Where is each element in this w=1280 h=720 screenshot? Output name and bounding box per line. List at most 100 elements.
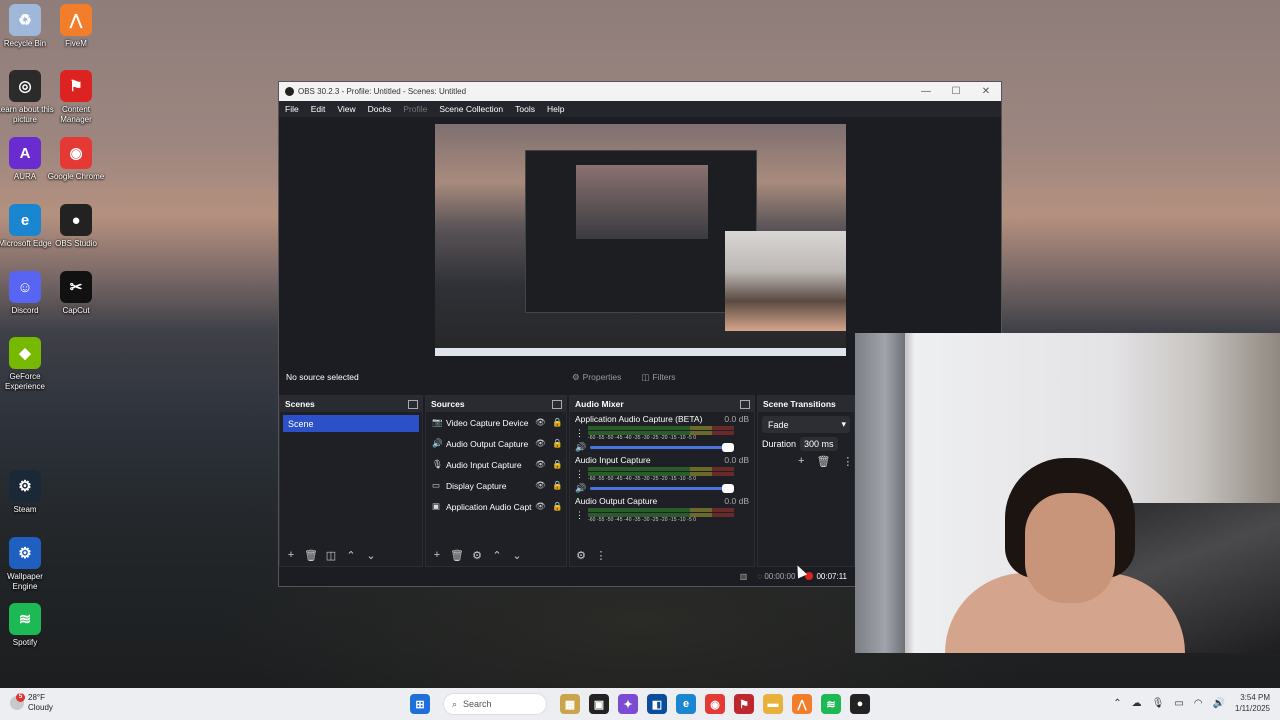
network-icon[interactable]: ▭ xyxy=(1174,698,1183,709)
obs-titlebar[interactable]: OBS 30.2.3 - Profile: Untitled - Scenes:… xyxy=(279,82,1001,101)
volume-slider[interactable] xyxy=(590,443,734,452)
trash-icon[interactable]: 🗑 xyxy=(450,549,464,562)
obs-icon[interactable]: ● xyxy=(850,694,870,714)
eye-icon[interactable]: 👁 xyxy=(532,480,549,491)
volume-slider[interactable] xyxy=(590,484,734,493)
mixer-header: Audio Mixer xyxy=(570,396,754,412)
filters-button[interactable]: ◫ Filters xyxy=(635,369,681,386)
search-input[interactable]: ⌕ Search xyxy=(443,693,547,715)
source-item[interactable]: 📷 Video Capture Device 👁 🔒 xyxy=(426,412,566,433)
trash-icon[interactable]: 🗑 xyxy=(304,549,318,562)
eye-icon[interactable]: 👁 xyxy=(532,459,549,470)
lock-icon[interactable]: 🔒 xyxy=(549,480,566,491)
volume-knob[interactable] xyxy=(722,443,734,452)
store-icon[interactable]: ◧ xyxy=(647,694,667,714)
menu-profile[interactable]: Profile xyxy=(403,104,427,114)
microphone-icon[interactable]: 🎙 xyxy=(1152,698,1165,709)
close-icon[interactable]: ✕ xyxy=(971,86,1001,97)
kebab-menu-icon[interactable]: ⋮ xyxy=(575,428,585,439)
date: 1/11/2025 xyxy=(1235,704,1270,713)
menu-tools[interactable]: Tools xyxy=(515,104,535,114)
source-item[interactable]: ▭ Display Capture 👁 🔒 xyxy=(426,475,566,496)
chevron-down-icon: ▾ xyxy=(841,419,846,429)
chrome-icon[interactable]: ◉ xyxy=(705,694,725,714)
desktop-icon[interactable]: ◆ GeForce Experience xyxy=(0,337,55,392)
scene-item[interactable]: Scene xyxy=(283,415,419,432)
move-up-icon[interactable]: ⌃ xyxy=(344,549,358,562)
menu-docks[interactable]: Docks xyxy=(368,104,392,114)
fivem-icon[interactable]: ⋀ xyxy=(792,694,812,714)
mixer-settings-icon[interactable]: ⚙ xyxy=(574,549,588,562)
gear-icon[interactable]: ⚙ xyxy=(470,549,484,562)
add-icon[interactable]: + xyxy=(430,549,444,562)
copilot-icon[interactable]: ✦ xyxy=(618,694,638,714)
kebab-menu-icon[interactable]: ⋮ xyxy=(575,469,585,480)
lock-icon[interactable]: 🔒 xyxy=(549,417,566,428)
desktop-icon[interactable]: ⚙ Steam xyxy=(0,470,55,515)
desktop-icon[interactable]: ⚙ Wallpaper Engine xyxy=(0,537,55,592)
start-button[interactable]: ⊞ xyxy=(410,694,430,714)
task-view-icon[interactable]: ▣ xyxy=(589,694,609,714)
spotify-icon[interactable]: ≋ xyxy=(821,694,841,714)
menu-file[interactable]: File xyxy=(285,104,299,114)
lock-icon[interactable]: 🔒 xyxy=(549,459,566,470)
desktop-icon[interactable]: ✂ CapCut xyxy=(46,271,106,316)
properties-button[interactable]: ⚙ Properties xyxy=(566,369,627,386)
lock-icon[interactable]: 🔒 xyxy=(549,438,566,449)
desktop-icon-label: CapCut xyxy=(62,306,90,315)
minimize-icon[interactable]: — xyxy=(911,86,941,97)
move-down-icon[interactable]: ⌄ xyxy=(364,549,378,562)
trash-icon[interactable]: 🗑 xyxy=(816,455,830,468)
volume-meter: -60 -55 -50 -45 -40 -35 -30 -25 -20 -15 … xyxy=(588,467,734,482)
clock[interactable]: 3:54 PM 1/11/2025 xyxy=(1235,692,1270,714)
menu-edit[interactable]: Edit xyxy=(311,104,326,114)
desktop-icon[interactable]: ◉ Google Chrome xyxy=(46,137,106,182)
maximize-icon[interactable]: ☐ xyxy=(941,86,971,97)
kebab-menu-icon[interactable]: ⋮ xyxy=(575,510,585,521)
desktop-icon[interactable]: ● OBS Studio xyxy=(46,204,106,249)
dock-icon[interactable] xyxy=(408,399,418,409)
file-explorer-icon[interactable]: ▬ xyxy=(763,694,783,714)
source-item[interactable]: 🔊 Audio Output Capture 👁 🔒 xyxy=(426,433,566,454)
content-manager-icon[interactable]: ⚑ xyxy=(734,694,754,714)
weather-widget[interactable]: 5 28°F Cloudy xyxy=(10,693,53,713)
source-item[interactable]: 🎙 Audio Input Capture 👁 🔒 xyxy=(426,454,566,475)
move-up-icon[interactable]: ⌃ xyxy=(490,549,504,562)
preview-taskbar xyxy=(435,348,846,356)
menu-view[interactable]: View xyxy=(337,104,355,114)
speaker-icon[interactable]: 🔊 xyxy=(575,483,586,494)
desktop-icon[interactable]: ≋ Spotify xyxy=(0,603,55,648)
audio-mixer-panel: Audio Mixer Application Audio Capture (B… xyxy=(569,395,755,567)
eye-icon[interactable]: 👁 xyxy=(532,438,549,449)
dock-icon[interactable] xyxy=(552,399,562,409)
edge-icon[interactable]: e xyxy=(676,694,696,714)
duration-input[interactable]: 300 ms xyxy=(800,437,838,451)
cloud-tray-icon[interactable]: ☁ xyxy=(1132,698,1142,709)
menu-scene-collection[interactable]: Scene Collection xyxy=(439,104,503,114)
menu-help[interactable]: Help xyxy=(547,104,564,114)
transition-select[interactable]: Fade ▾ xyxy=(762,416,850,433)
volume-icon[interactable]: 🔊 xyxy=(1213,698,1225,709)
add-icon[interactable]: + xyxy=(798,455,804,468)
program-preview[interactable] xyxy=(435,124,846,356)
kebab-menu-icon[interactable]: ⋮ xyxy=(842,455,853,468)
system-tray: ⌃ ☁ 🎙 ▭ ◠ 🔊 3:54 PM 1/11/2025 xyxy=(1113,692,1270,714)
desktop-icon[interactable]: ⚑ Content Manager xyxy=(46,70,106,125)
eye-icon[interactable]: 👁 xyxy=(532,501,549,512)
source-item[interactable]: ▣ Application Audio Capture (BETA)👁🔒 xyxy=(426,496,566,517)
volume-knob[interactable] xyxy=(722,484,734,493)
move-down-icon[interactable]: ⌄ xyxy=(510,549,524,562)
speaker-icon[interactable]: 🔊 xyxy=(575,442,586,453)
rec-time: 00:07:11 xyxy=(805,572,847,581)
filter-icon[interactable]: ◫ xyxy=(324,549,338,562)
wifi-icon[interactable]: ◠ xyxy=(1194,698,1203,709)
desktop-icon[interactable]: ⋀ FiveM xyxy=(46,4,106,49)
dock-icon[interactable] xyxy=(740,399,750,409)
sources-panel: Sources 📷 Video Capture Device 👁 🔒 🔊 Audio Ou… xyxy=(425,395,567,567)
lock-icon[interactable]: 🔒 xyxy=(549,501,566,512)
widgets-icon[interactable]: ▦ xyxy=(560,694,580,714)
kebab-menu-icon[interactable]: ⋮ xyxy=(594,549,608,562)
eye-icon[interactable]: 👁 xyxy=(532,417,549,428)
chevron-up-icon[interactable]: ⌃ xyxy=(1113,698,1121,709)
add-icon[interactable]: + xyxy=(284,549,298,562)
